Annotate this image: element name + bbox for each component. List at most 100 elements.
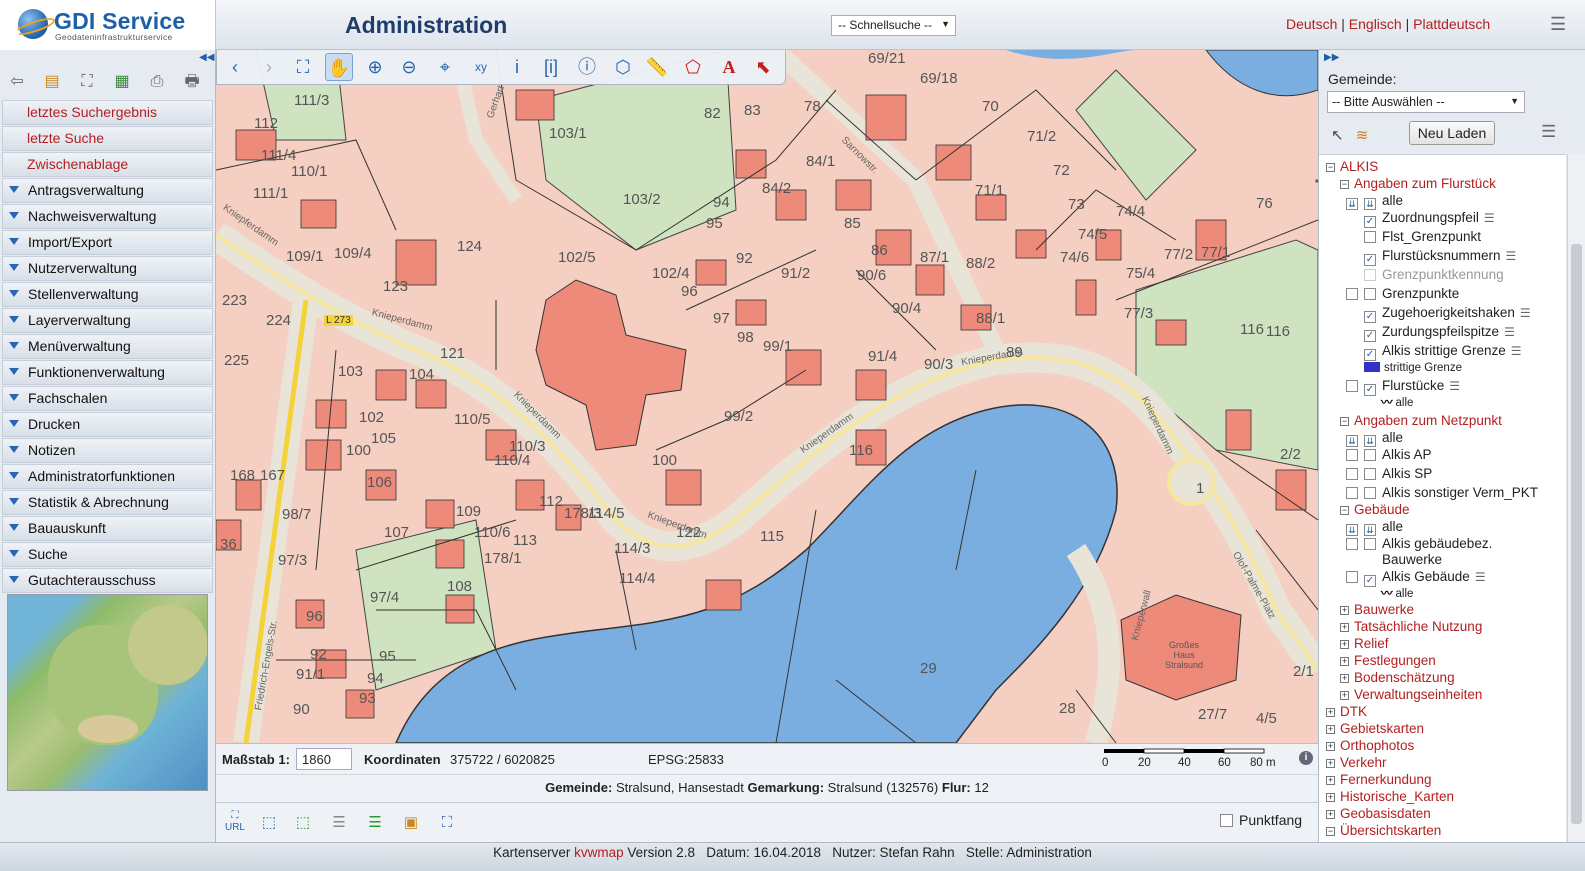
menu-icon[interactable]: ☰ bbox=[1541, 122, 1556, 142]
menu-notizen[interactable]: Notizen bbox=[2, 438, 213, 463]
load-layers-icon[interactable]: ☰ bbox=[362, 810, 388, 836]
tree-bodenschaetzung[interactable]: + Bodenschätzung bbox=[1340, 669, 1455, 686]
forward-icon[interactable]: › bbox=[255, 53, 283, 81]
tree-gebietskarten[interactable]: + Gebietskarten bbox=[1326, 720, 1424, 737]
layer-grenzpunkte[interactable]: Grenzpunkte bbox=[1346, 285, 1459, 302]
arrow-annotation-icon[interactable]: ⬉ bbox=[749, 53, 777, 81]
zoom-in-icon[interactable]: ⊕ bbox=[361, 53, 389, 81]
menu-drucken[interactable]: Drucken bbox=[2, 412, 213, 437]
layer-zuordnungspfeil[interactable]: Zuordnungspfeil☰ bbox=[1364, 209, 1495, 228]
layer-alkis-gebaeudebez[interactable]: Alkis gebäudebez. bbox=[1346, 535, 1492, 552]
tree-fernerkundung[interactable]: + Fernerkundung bbox=[1326, 771, 1432, 788]
layer-flst-grenzpunkt[interactable]: Flst_Grenzpunkt bbox=[1364, 228, 1481, 245]
expand-right-icon[interactable]: ▶▶ bbox=[1324, 52, 1339, 63]
tree-subgroup-flurstueck[interactable]: − Angaben zum Flurstück bbox=[1340, 175, 1496, 192]
layers-icon[interactable]: ≋ bbox=[1356, 127, 1369, 144]
gemeinde-select[interactable]: -- Bitte Auswählen -- ▼ bbox=[1327, 91, 1525, 113]
save-extent-icon[interactable]: ⬚ bbox=[256, 810, 282, 836]
menu-administratorfunktionen[interactable]: Administratorfunktionen bbox=[2, 464, 213, 489]
print-icon[interactable]: 🖶 bbox=[179, 70, 205, 94]
tree-subgroup-netzpunkt[interactable]: − Angaben zum Netzpunkt bbox=[1340, 412, 1502, 429]
tree-tatsaechliche-nutzung[interactable]: + Tatsächliche Nutzung bbox=[1340, 618, 1482, 635]
menu-nutzerverwaltung[interactable]: Nutzerverwaltung bbox=[2, 256, 213, 281]
punktfang-toggle[interactable]: Punktfang bbox=[1220, 812, 1302, 828]
save-map-icon[interactable]: ⎙ bbox=[144, 70, 170, 94]
menu-statistik[interactable]: Statistik & Abrechnung bbox=[2, 490, 213, 515]
menu-suche[interactable]: Suche bbox=[2, 542, 213, 567]
tree-historische-karten[interactable]: + Historische_Karten bbox=[1326, 788, 1454, 805]
coordinates-icon[interactable]: xy bbox=[467, 53, 495, 81]
tree-uebersichtskarten[interactable]: − Übersichtskarten bbox=[1326, 822, 1441, 839]
cursor-icon[interactable]: ↖ bbox=[1331, 127, 1344, 144]
url-icon[interactable]: ⛶ URL bbox=[222, 810, 248, 836]
info-icon[interactable]: i bbox=[503, 53, 531, 81]
link-last-search[interactable]: letzte Suche bbox=[2, 126, 213, 151]
info-icon[interactable]: i bbox=[1299, 751, 1313, 765]
logo[interactable]: GDI Service Geodateninfrastrukturservice bbox=[0, 0, 216, 50]
scrollbar-thumb[interactable] bbox=[1571, 244, 1582, 824]
zoom-out-icon[interactable]: ⊖ bbox=[395, 53, 423, 81]
load-extent-icon[interactable]: ⬚ bbox=[290, 810, 316, 836]
tree-geobasisdaten[interactable]: + Geobasisdaten bbox=[1326, 805, 1431, 822]
measure-icon[interactable]: 📏 bbox=[643, 53, 671, 81]
lang-plattdeutsch[interactable]: Plattdeutsch bbox=[1413, 16, 1490, 32]
menu-gutachterausschuss[interactable]: Gutachterausschuss bbox=[2, 568, 213, 593]
crosshair-icon[interactable]: ⌖ bbox=[431, 53, 459, 81]
tree-all-toggle[interactable]: ⇊ ⇊ alle bbox=[1346, 518, 1403, 536]
menu-antragsverwaltung[interactable]: Antragsverwaltung bbox=[2, 178, 213, 203]
menu-stellenverwaltung[interactable]: Stellenverwaltung bbox=[2, 282, 213, 307]
layer-alkis-sp[interactable]: Alkis SP bbox=[1346, 465, 1432, 482]
full-extent-icon[interactable]: ⛶ bbox=[289, 53, 317, 81]
tree-verkehr[interactable]: + Verkehr bbox=[1326, 754, 1387, 771]
menu-menueverwaltung[interactable]: Menüverwaltung bbox=[2, 334, 213, 359]
layer-zugehoerigkeitshaken[interactable]: Zugehoerigkeitshaken☰ bbox=[1364, 304, 1531, 323]
tree-festlegungen[interactable]: + Festlegungen bbox=[1340, 652, 1436, 669]
overview-map[interactable] bbox=[7, 594, 208, 791]
zoom-extent-icon[interactable]: ⛶ bbox=[434, 810, 460, 836]
menu-nachweisverwaltung[interactable]: Nachweisverwaltung bbox=[2, 204, 213, 229]
save-layers-icon[interactable]: ☰ bbox=[326, 810, 352, 836]
tree-all-toggle[interactable]: ⇊ ⇊ alle bbox=[1346, 429, 1403, 447]
lang-deutsch[interactable]: Deutsch bbox=[1286, 16, 1337, 32]
layer-flurstuecksnummern[interactable]: Flurstücksnummern☰ bbox=[1364, 247, 1516, 266]
scale-input[interactable]: 1860 bbox=[296, 748, 352, 770]
tree-dtk[interactable]: + DTK bbox=[1326, 703, 1367, 720]
tree-relief[interactable]: + Relief bbox=[1340, 635, 1389, 652]
fullscreen-icon[interactable]: ⛶ bbox=[74, 70, 100, 94]
menu-layerverwaltung[interactable]: Layerverwaltung bbox=[2, 308, 213, 333]
menu-icon[interactable]: ☰ bbox=[1550, 14, 1566, 35]
tree-bauwerke[interactable]: + Bauwerke bbox=[1340, 601, 1414, 618]
menu-bauauskunft[interactable]: Bauauskunft bbox=[2, 516, 213, 541]
polygon-icon[interactable]: ⬠ bbox=[679, 53, 707, 81]
tree-group-alkis[interactable]: − ALKIS bbox=[1326, 158, 1378, 175]
notebook-icon[interactable]: ▤ bbox=[39, 70, 65, 94]
lang-englisch[interactable]: Englisch bbox=[1349, 16, 1402, 32]
epsg-code[interactable]: EPSG:25833 bbox=[648, 752, 724, 767]
layer-strittige-grenze[interactable]: Alkis strittige Grenze☰ bbox=[1364, 342, 1522, 361]
quicksearch-select[interactable]: -- Schnellsuche -- ▼ bbox=[831, 15, 956, 36]
layer-alkis-ap[interactable]: Alkis AP bbox=[1346, 446, 1432, 463]
info-polygon-icon[interactable]: ⬡ bbox=[609, 53, 637, 81]
tree-verwaltungseinheiten[interactable]: + Verwaltungseinheiten bbox=[1340, 686, 1482, 703]
layer-alkis-gebaeude[interactable]: Alkis Gebäude☰ bbox=[1346, 568, 1486, 587]
info-circle-icon[interactable]: ⓘ bbox=[573, 53, 601, 81]
back-icon[interactable]: ‹ bbox=[221, 53, 249, 81]
tree-all-toggle[interactable]: ⇊ ⇊ alle bbox=[1346, 192, 1403, 210]
menu-fachschalen[interactable]: Fachschalen bbox=[2, 386, 213, 411]
text-annotation-icon[interactable]: A bbox=[715, 53, 743, 81]
reload-button[interactable]: Neu Laden bbox=[1409, 121, 1495, 145]
export-map-icon[interactable]: ▣ bbox=[398, 810, 424, 836]
collapse-left-icon[interactable]: ◀◀ bbox=[199, 52, 214, 63]
punktfang-checkbox[interactable] bbox=[1220, 814, 1233, 827]
layer-zurdungspfeilspitze[interactable]: Zurdungspfeilspitze☰ bbox=[1364, 323, 1515, 342]
info-box-icon[interactable]: [i] bbox=[537, 53, 565, 81]
pan-hand-icon[interactable]: ✋ bbox=[325, 53, 353, 81]
layer-tree-scrollbar[interactable] bbox=[1567, 154, 1585, 842]
map-canvas[interactable]: 111/3 112 111/4 110/1 111/1 109/1 109/4 … bbox=[216, 50, 1318, 743]
kvwmap-link[interactable]: kvwmap bbox=[574, 845, 624, 860]
link-clipboard[interactable]: Zwischenablage bbox=[2, 152, 213, 177]
layer-grenzpunktkennung[interactable]: Grenzpunktkennung bbox=[1364, 266, 1504, 283]
layer-flurstuecke[interactable]: Flurstücke☰ bbox=[1346, 377, 1460, 396]
map-icon[interactable]: ▦ bbox=[109, 70, 135, 94]
logout-icon[interactable]: ⇦ bbox=[4, 70, 30, 94]
